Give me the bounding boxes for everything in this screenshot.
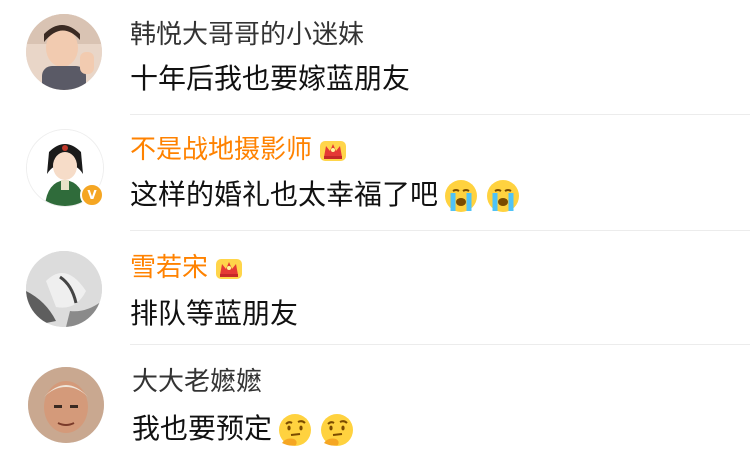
verified-badge-icon: V [80,183,104,207]
comment-text: 这样的婚礼也太幸福了吧 [130,177,522,215]
thinking-face-icon [276,411,314,449]
username-label: 雪若宋 [130,253,209,283]
comment-item: 雪若宋 排队等蓝朋友 [0,231,750,345]
avatar[interactable] [28,367,104,443]
comment-item: V 不是战地摄影师 这样的婚礼也太幸福了吧 [0,115,750,231]
username[interactable]: 雪若宋 [130,253,244,283]
avatar[interactable] [26,251,102,327]
username[interactable]: 不是战地摄影师 [130,135,348,165]
comment-text: 我也要预定 [132,411,356,449]
comment-text: 十年后我也要嫁蓝朋友 [130,62,411,95]
username[interactable]: 大大老嬷嬷 [132,367,262,397]
comment-text-label: 我也要预定 [132,412,273,445]
comment-list: 韩悦大哥哥的小迷妹 十年后我也要嫁蓝朋友 V 不是战地摄影师 这样的婚礼也太幸福… [0,0,750,466]
username[interactable]: 韩悦大哥哥的小迷妹 [130,20,364,50]
username-label: 不是战地摄影师 [130,135,313,165]
vip-crown-icon [318,137,348,165]
thinking-face-icon [318,411,356,449]
crying-face-icon [442,177,480,215]
comment-item: 大大老嬷嬷 我也要预定 [0,345,750,466]
comment-text-label: 这样的婚礼也太幸福了吧 [130,178,439,211]
comment-text: 排队等蓝朋友 [130,297,299,330]
avatar[interactable] [26,14,102,90]
vip-crown-icon [214,255,244,283]
crying-face-icon [484,177,522,215]
comment-item: 韩悦大哥哥的小迷妹 十年后我也要嫁蓝朋友 [0,0,750,115]
